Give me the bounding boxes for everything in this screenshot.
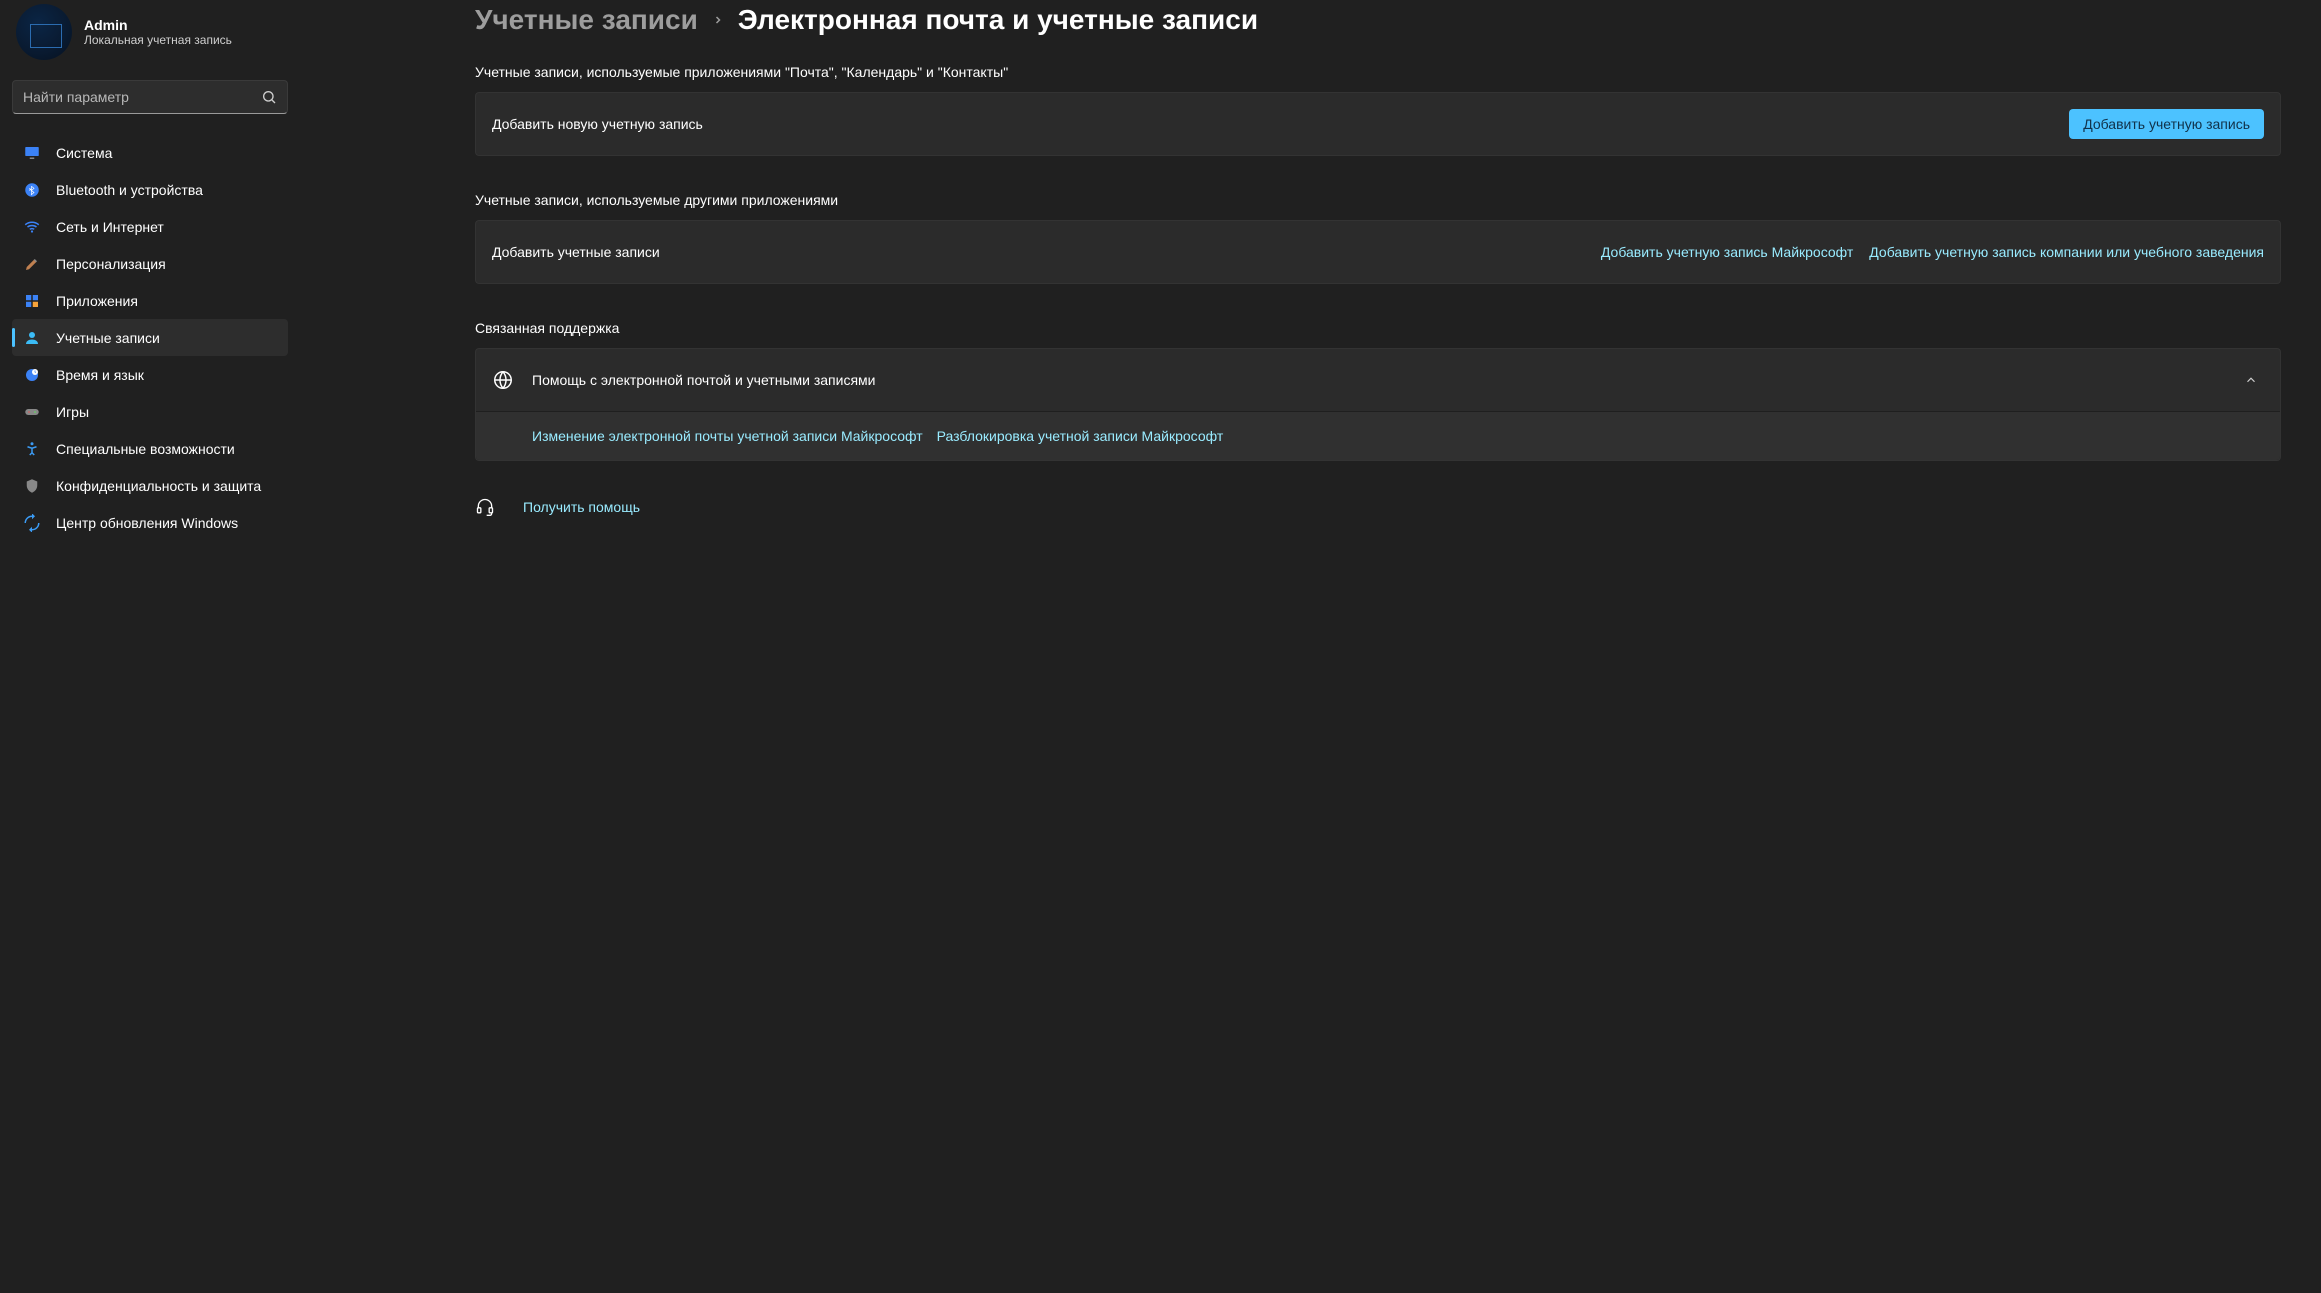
- profile-block[interactable]: Admin Локальная учетная запись: [12, 0, 288, 80]
- help-expander-body: Изменение электронной почты учетной запи…: [476, 411, 2280, 460]
- breadcrumb-parent[interactable]: Учетные записи: [475, 4, 698, 36]
- bluetooth-icon: [22, 180, 42, 200]
- update-icon: [22, 513, 42, 533]
- nav-gaming[interactable]: Игры: [12, 393, 288, 430]
- nav-label: Сеть и Интернет: [56, 219, 164, 235]
- nav-accessibility[interactable]: Специальные возможности: [12, 430, 288, 467]
- nav-label: Система: [56, 145, 112, 161]
- profile-subtitle: Локальная учетная запись: [84, 33, 232, 47]
- profile-name: Admin: [84, 17, 232, 33]
- change-ms-email-link[interactable]: Изменение электронной почты учетной запи…: [532, 428, 923, 444]
- nav-bluetooth[interactable]: Bluetooth и устройства: [12, 171, 288, 208]
- wifi-icon: [22, 217, 42, 237]
- gamepad-icon: [22, 402, 42, 422]
- add-account-label: Добавить новую учетную запись: [492, 116, 2053, 132]
- help-expander: Помощь с электронной почтой и учетными з…: [475, 348, 2281, 461]
- headset-icon: [475, 497, 495, 517]
- nav-privacy[interactable]: Конфиденциальность и защита: [12, 467, 288, 504]
- help-expander-title: Помощь с электронной почтой и учетными з…: [532, 372, 2226, 388]
- nav-apps[interactable]: Приложения: [12, 282, 288, 319]
- nav-label: Игры: [56, 404, 89, 420]
- chevron-up-icon: [2244, 373, 2258, 387]
- nav-time-language[interactable]: Время и язык: [12, 356, 288, 393]
- add-microsoft-account-link[interactable]: Добавить учетную запись Майкрософт: [1601, 244, 1853, 260]
- search-box[interactable]: [12, 80, 288, 114]
- nav-list: Система Bluetooth и устройства Сеть и Ин…: [12, 134, 288, 541]
- nav-accounts[interactable]: Учетные записи: [12, 319, 288, 356]
- nav-system[interactable]: Система: [12, 134, 288, 171]
- get-help-link[interactable]: Получить помощь: [523, 499, 640, 515]
- section-other-apps-title: Учетные записи, используемые другими при…: [475, 192, 2281, 208]
- add-work-school-account-link[interactable]: Добавить учетную запись компании или уче…: [1869, 244, 2264, 260]
- nav-label: Центр обновления Windows: [56, 515, 238, 531]
- search-icon: [261, 89, 277, 105]
- shield-icon: [22, 476, 42, 496]
- add-account-button[interactable]: Добавить учетную запись: [2069, 109, 2264, 139]
- search-input[interactable]: [23, 89, 261, 105]
- nav-windows-update[interactable]: Центр обновления Windows: [12, 504, 288, 541]
- nav-label: Приложения: [56, 293, 138, 309]
- section-support-title: Связанная поддержка: [475, 320, 2281, 336]
- nav-personalization[interactable]: Персонализация: [12, 245, 288, 282]
- unlock-ms-account-link[interactable]: Разблокировка учетной записи Майкрософт: [937, 428, 1224, 444]
- chevron-right-icon: [712, 10, 724, 31]
- card-add-other-accounts: Добавить учетные записи Добавить учетную…: [475, 220, 2281, 284]
- sidebar: Admin Локальная учетная запись Система B…: [0, 0, 300, 1293]
- get-help-row: Получить помощь: [475, 497, 2281, 517]
- monitor-icon: [22, 143, 42, 163]
- add-accounts-label: Добавить учетные записи: [492, 244, 1585, 260]
- nav-network[interactable]: Сеть и Интернет: [12, 208, 288, 245]
- accessibility-icon: [22, 439, 42, 459]
- page-title: Электронная почта и учетные записи: [738, 4, 1258, 36]
- globe-help-icon: [492, 369, 514, 391]
- nav-label: Специальные возможности: [56, 441, 235, 457]
- section-mail-accounts-title: Учетные записи, используемые приложениям…: [475, 64, 2281, 80]
- apps-icon: [22, 291, 42, 311]
- main-content: Учетные записи Электронная почта и учетн…: [300, 0, 2321, 1293]
- person-icon: [22, 328, 42, 348]
- nav-label: Персонализация: [56, 256, 166, 272]
- card-add-mail-account: Добавить новую учетную запись Добавить у…: [475, 92, 2281, 156]
- nav-label: Конфиденциальность и защита: [56, 478, 261, 494]
- avatar: [16, 4, 72, 60]
- help-expander-header[interactable]: Помощь с электронной почтой и учетными з…: [476, 349, 2280, 411]
- nav-label: Время и язык: [56, 367, 144, 383]
- brush-icon: [22, 254, 42, 274]
- clock-globe-icon: [22, 365, 42, 385]
- nav-label: Bluetooth и устройства: [56, 182, 203, 198]
- breadcrumb: Учетные записи Электронная почта и учетн…: [475, 4, 2281, 36]
- nav-label: Учетные записи: [56, 330, 160, 346]
